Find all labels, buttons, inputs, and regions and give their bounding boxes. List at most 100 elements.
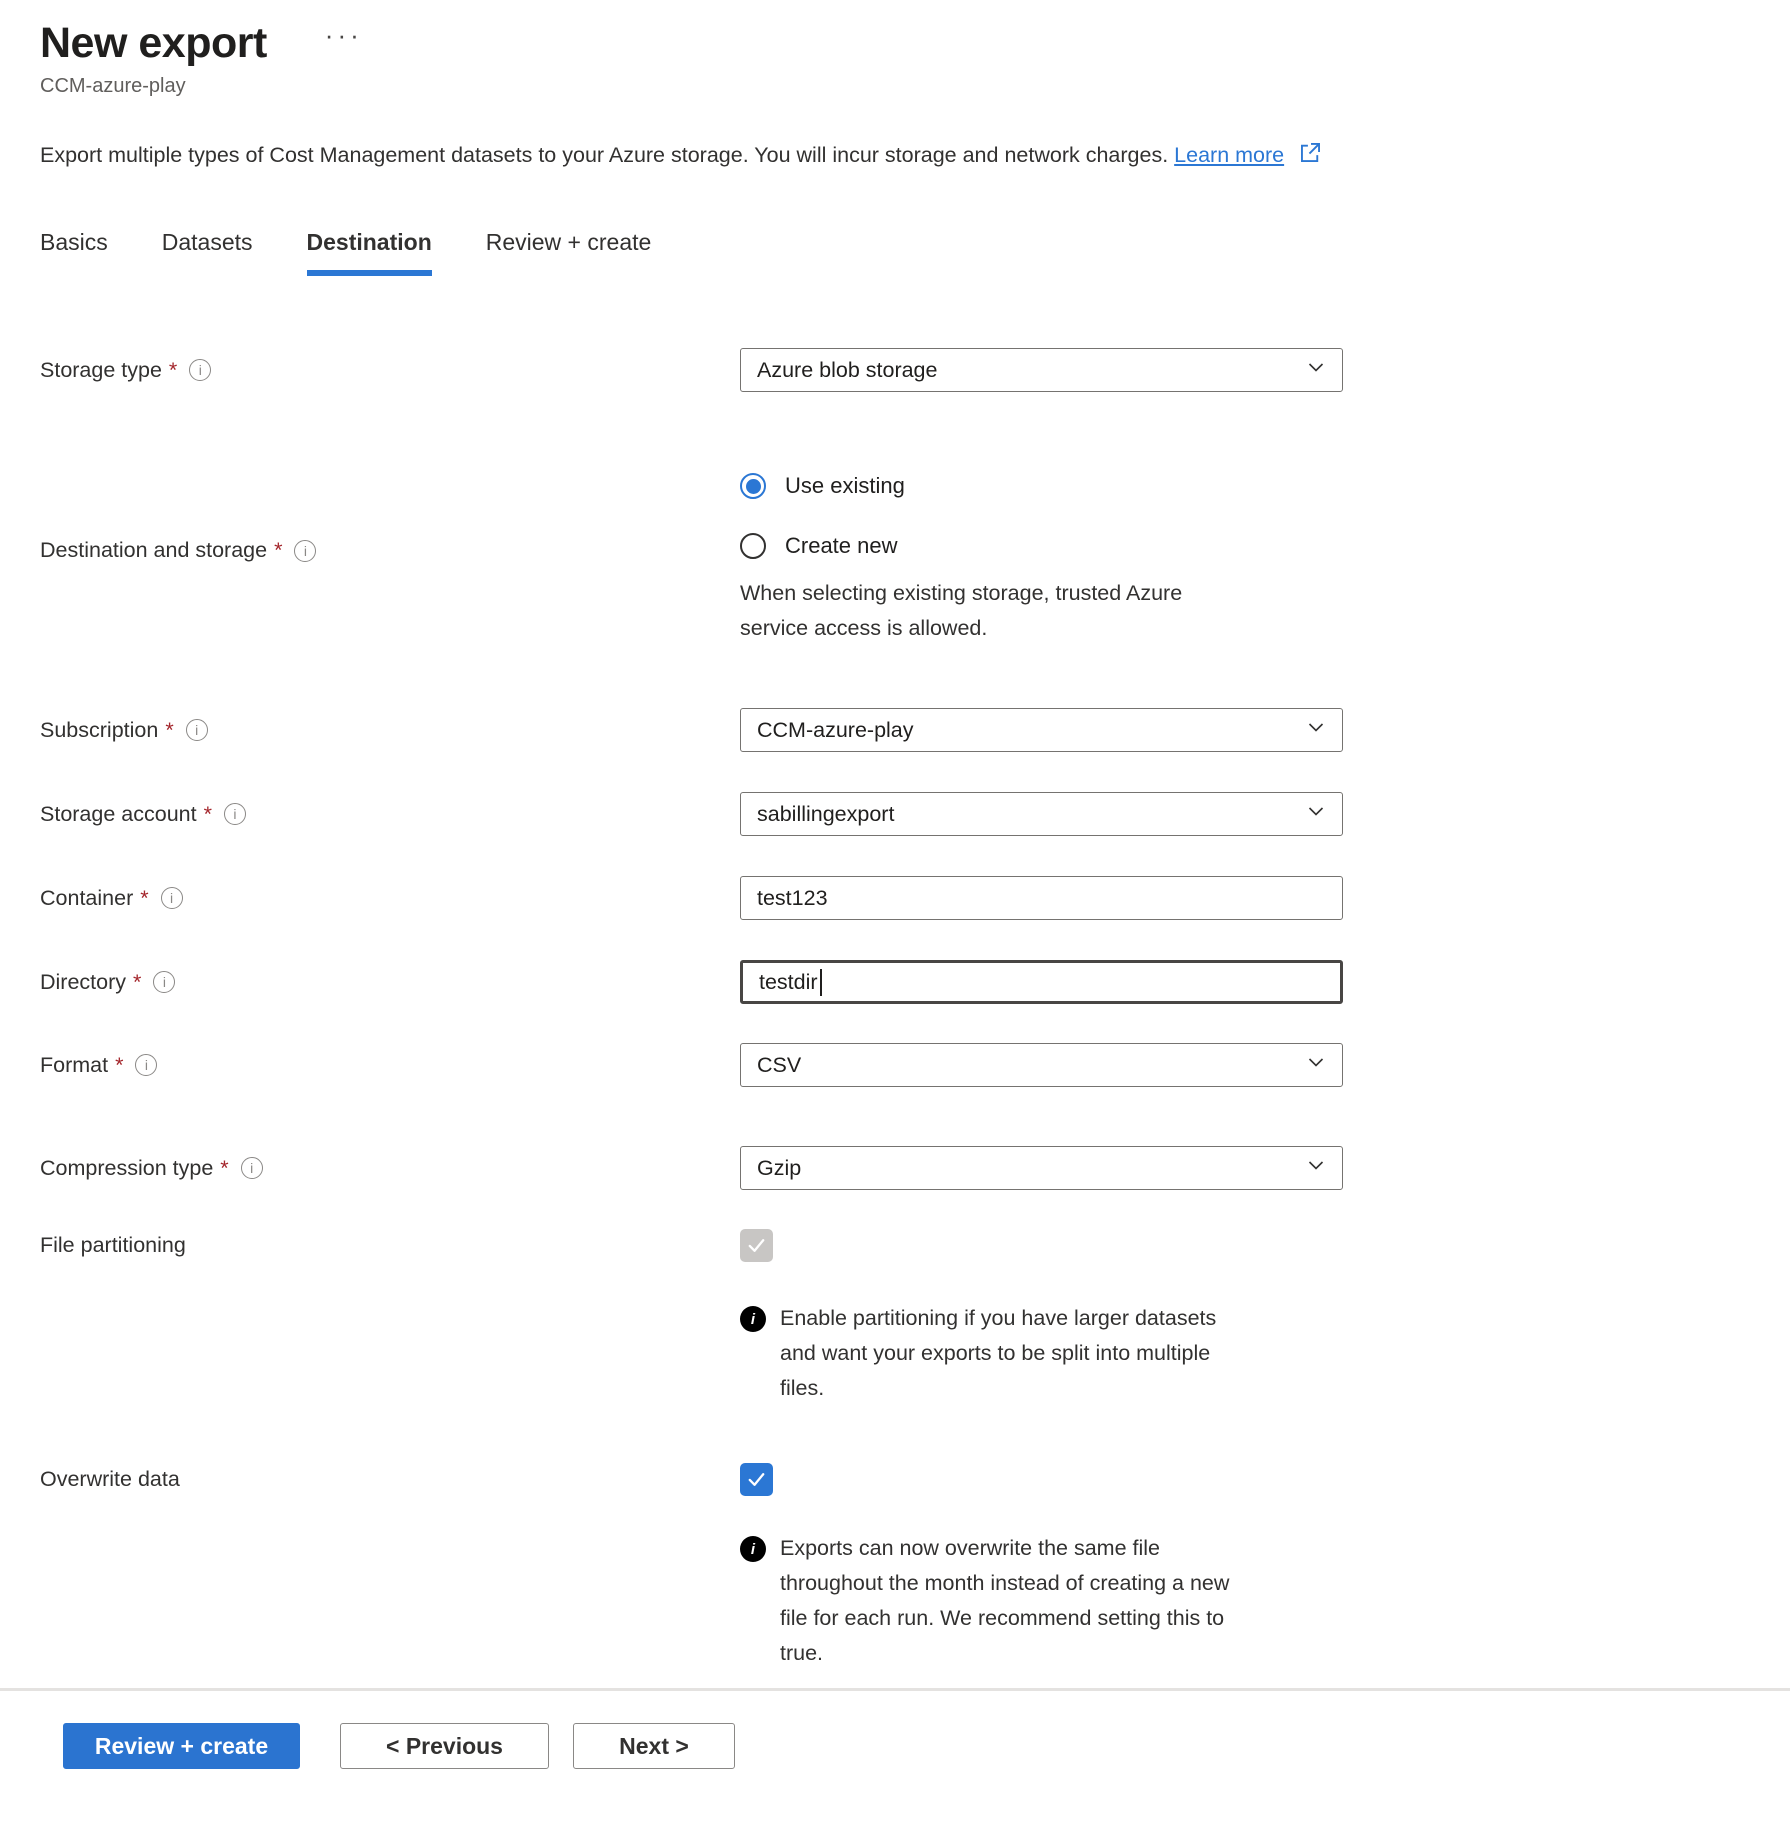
info-icon[interactable]: i: [294, 540, 316, 562]
format-select[interactable]: CSV: [740, 1043, 1343, 1087]
destination-storage-label: Destination and storage: [40, 538, 267, 563]
storage-account-value: sabillingexport: [757, 802, 1304, 827]
storage-type-select[interactable]: Azure blob storage: [740, 348, 1343, 392]
file-partitioning-label: File partitioning: [40, 1233, 186, 1258]
container-row: Container * i test123: [40, 876, 1790, 920]
destination-form: Storage type * i Azure blob storage Dest…: [40, 348, 1790, 1671]
text-cursor: [820, 969, 822, 996]
chevron-down-icon: [1304, 355, 1328, 385]
subscription-select[interactable]: CCM-azure-play: [740, 708, 1343, 752]
file-partitioning-row: File partitioning: [40, 1229, 1790, 1262]
learn-more-link[interactable]: Learn more: [1174, 143, 1284, 167]
overwrite-note-text: Exports can now overwrite the same file …: [780, 1531, 1250, 1671]
external-link-icon: [1298, 140, 1323, 171]
destination-storage-label-group: Destination and storage * i: [40, 466, 740, 563]
compression-type-label-group: Compression type * i: [40, 1156, 740, 1181]
destination-storage-helper: When selecting existing storage, trusted…: [740, 576, 1210, 646]
info-icon[interactable]: i: [161, 887, 183, 909]
file-partitioning-note-row: i Enable partitioning if you have larger…: [40, 1301, 1790, 1406]
storage-type-row: Storage type * i Azure blob storage: [40, 348, 1790, 392]
more-menu-icon[interactable]: ···: [325, 20, 363, 51]
compression-type-row: Compression type * i Gzip: [40, 1146, 1790, 1190]
tab-datasets[interactable]: Datasets: [162, 229, 253, 276]
description-text: Export multiple types of Cost Management…: [40, 143, 1168, 167]
compression-type-select[interactable]: Gzip: [740, 1146, 1343, 1190]
next-button[interactable]: Next >: [573, 1723, 735, 1769]
container-label: Container: [40, 886, 133, 911]
subscription-subtitle: CCM-azure-play: [40, 75, 1790, 98]
review-create-button[interactable]: Review + create: [63, 1723, 300, 1769]
directory-input[interactable]: testdir: [740, 960, 1343, 1004]
container-input[interactable]: test123: [740, 876, 1343, 920]
subscription-label-group: Subscription * i: [40, 718, 740, 743]
overwrite-note-row: i Exports can now overwrite the same fil…: [40, 1531, 1790, 1671]
overwrite-data-checkbox[interactable]: [740, 1463, 773, 1496]
tab-basics[interactable]: Basics: [40, 229, 108, 276]
info-filled-icon: i: [740, 1306, 766, 1332]
chevron-down-icon: [1304, 799, 1328, 829]
directory-row: Directory * i testdir: [40, 960, 1790, 1004]
format-row: Format * i CSV: [40, 1043, 1790, 1087]
directory-label-group: Directory * i: [40, 970, 740, 995]
overwrite-data-row: Overwrite data: [40, 1463, 1790, 1496]
required-asterisk: *: [220, 1156, 228, 1181]
info-icon[interactable]: i: [135, 1054, 157, 1076]
info-icon[interactable]: i: [153, 971, 175, 993]
radio-unselected-icon: [740, 533, 766, 559]
required-asterisk: *: [169, 358, 177, 383]
radio-use-existing[interactable]: Use existing: [740, 466, 1350, 506]
file-partitioning-note: i Enable partitioning if you have larger…: [740, 1301, 1350, 1406]
required-asterisk: *: [140, 886, 148, 911]
chevron-down-icon: [1304, 715, 1328, 745]
storage-account-select[interactable]: sabillingexport: [740, 792, 1343, 836]
radio-create-new[interactable]: Create new: [740, 526, 1350, 566]
tab-destination[interactable]: Destination: [307, 229, 432, 276]
overwrite-data-label-group: Overwrite data: [40, 1467, 740, 1492]
page-description: Export multiple types of Cost Management…: [40, 140, 1790, 171]
required-asterisk: *: [274, 538, 282, 563]
info-icon[interactable]: i: [186, 719, 208, 741]
new-export-page: New export ··· CCM-azure-play Export mul…: [0, 0, 1790, 1832]
storage-type-value: Azure blob storage: [757, 358, 1304, 383]
subscription-value: CCM-azure-play: [757, 718, 1304, 743]
checkmark-icon: [745, 1468, 768, 1491]
tab-review-create[interactable]: Review + create: [486, 229, 652, 276]
destination-storage-row: Destination and storage * i Use existing…: [40, 466, 1790, 646]
info-icon[interactable]: i: [241, 1157, 263, 1179]
storage-account-label-group: Storage account * i: [40, 802, 740, 827]
radio-selected-icon: [740, 473, 766, 499]
info-filled-icon: i: [740, 1536, 766, 1562]
storage-type-label: Storage type: [40, 358, 162, 383]
info-icon[interactable]: i: [189, 359, 211, 381]
file-partitioning-note-text: Enable partitioning if you have larger d…: [780, 1301, 1250, 1406]
storage-type-label-group: Storage type * i: [40, 358, 740, 383]
page-title: New export: [40, 18, 267, 68]
compression-type-label: Compression type: [40, 1156, 213, 1181]
container-label-group: Container * i: [40, 886, 740, 911]
directory-label: Directory: [40, 970, 126, 995]
overwrite-note: i Exports can now overwrite the same fil…: [740, 1531, 1350, 1671]
storage-account-label: Storage account: [40, 802, 197, 827]
file-partitioning-checkbox: [740, 1229, 773, 1262]
container-value: test123: [757, 886, 1328, 911]
previous-button[interactable]: < Previous: [340, 1723, 549, 1769]
checkmark-icon: [745, 1234, 768, 1257]
wizard-tabs: Basics Datasets Destination Review + cre…: [40, 229, 1790, 276]
info-icon[interactable]: i: [224, 803, 246, 825]
format-label: Format: [40, 1053, 108, 1078]
radio-use-existing-label: Use existing: [785, 473, 905, 499]
subscription-label: Subscription: [40, 718, 158, 743]
format-label-group: Format * i: [40, 1053, 740, 1078]
page-header: New export ··· CCM-azure-play: [0, 0, 1790, 98]
directory-value: testdir: [759, 970, 818, 995]
required-asterisk: *: [204, 802, 212, 827]
chevron-down-icon: [1304, 1050, 1328, 1080]
file-partitioning-label-group: File partitioning: [40, 1233, 740, 1258]
overwrite-data-label: Overwrite data: [40, 1467, 180, 1492]
compression-type-value: Gzip: [757, 1156, 1304, 1181]
required-asterisk: *: [133, 970, 141, 995]
radio-create-new-label: Create new: [785, 533, 898, 559]
required-asterisk: *: [165, 718, 173, 743]
footer-actions: Review + create < Previous Next >: [0, 1691, 1790, 1769]
format-value: CSV: [757, 1053, 1304, 1078]
